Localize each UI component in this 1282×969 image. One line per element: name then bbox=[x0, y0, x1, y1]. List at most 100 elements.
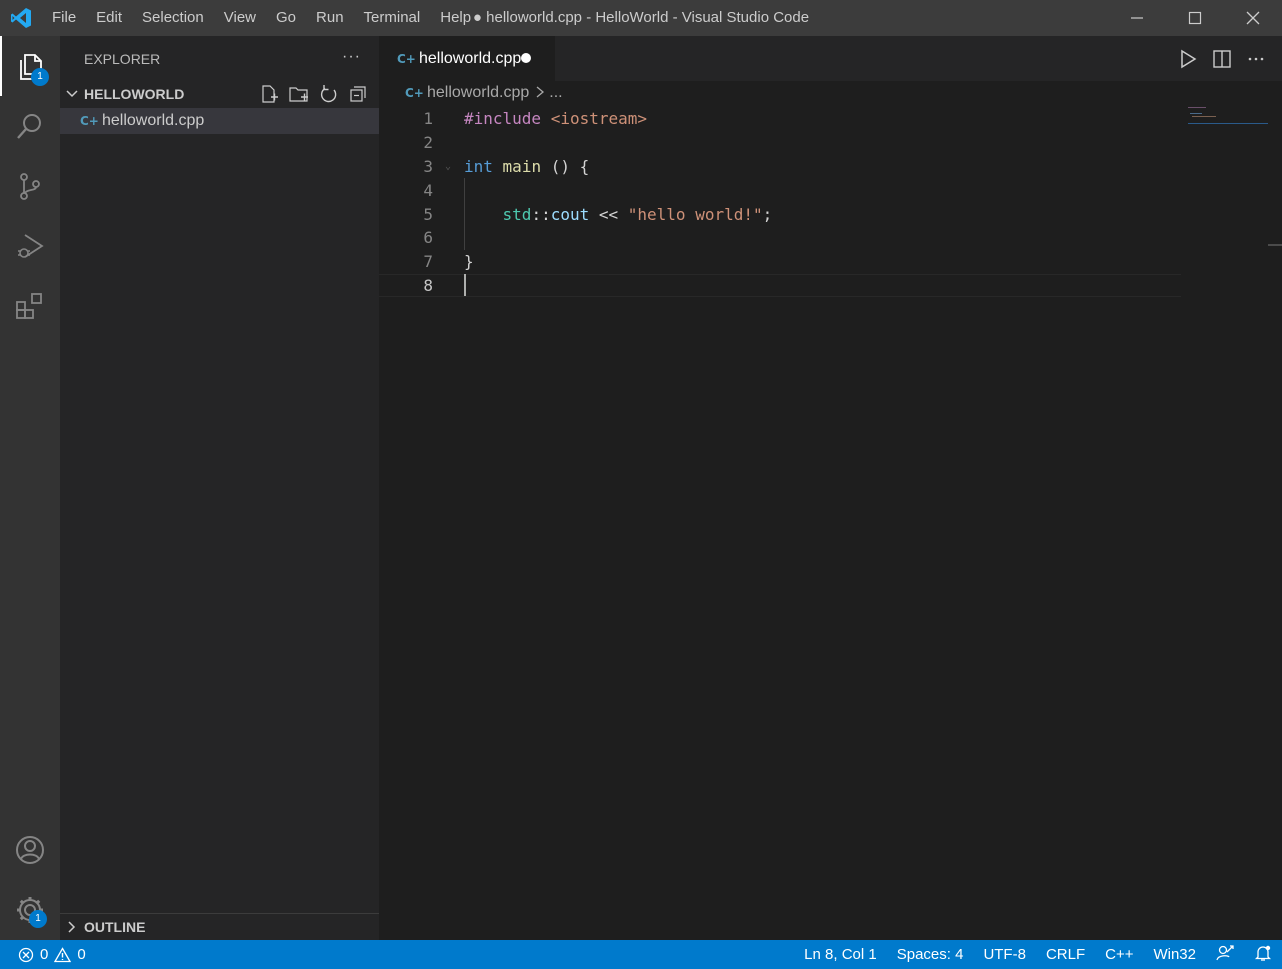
tab-helloworld[interactable]: C+ helloworld.cpp bbox=[379, 36, 555, 81]
tab-bar: C+ helloworld.cpp bbox=[379, 36, 1282, 81]
code-line-2: 2 bbox=[379, 131, 1181, 155]
file-name: helloworld.cpp bbox=[102, 112, 205, 129]
search-icon bbox=[17, 114, 41, 139]
notifications-icon[interactable] bbox=[1254, 944, 1272, 966]
problems-indicator[interactable]: 0 0 bbox=[0, 946, 86, 963]
indent-guide bbox=[464, 178, 465, 250]
folder-section-header[interactable]: HELLOWORLD bbox=[60, 82, 379, 106]
explorer-sidebar: EXPLORER ··· HELLOWORLD C+ helloworld.cp… bbox=[60, 36, 379, 940]
account-icon bbox=[16, 836, 44, 864]
sidebar-title: EXPLORER bbox=[84, 51, 161, 67]
encoding[interactable]: UTF-8 bbox=[983, 946, 1026, 963]
breadcrumb-file[interactable]: helloworld.cpp bbox=[427, 84, 529, 102]
minimap[interactable] bbox=[1188, 107, 1268, 127]
breadcrumb-rest[interactable]: ... bbox=[549, 84, 562, 102]
menu-bar: File Edit Selection View Go Run Terminal… bbox=[42, 0, 481, 36]
new-file-icon[interactable] bbox=[257, 82, 281, 106]
code-line-3: 3 ⌄ int main () { bbox=[379, 155, 1181, 179]
minimize-button[interactable] bbox=[1108, 0, 1166, 36]
cpp-file-icon: C+ bbox=[405, 86, 424, 100]
warning-count: 0 bbox=[77, 946, 86, 963]
run-debug-icon bbox=[18, 234, 44, 258]
more-actions-icon[interactable] bbox=[1244, 47, 1268, 71]
search-activity[interactable] bbox=[0, 96, 60, 156]
chevron-right-icon bbox=[535, 85, 545, 101]
line-text: } bbox=[464, 252, 474, 272]
more-actions-icon[interactable]: ··· bbox=[342, 48, 361, 66]
activity-bar: 1 1 bbox=[0, 36, 60, 940]
language-mode[interactable]: C++ bbox=[1105, 946, 1133, 963]
error-count: 0 bbox=[40, 946, 49, 963]
menu-help[interactable]: Help bbox=[430, 0, 481, 36]
close-button[interactable] bbox=[1224, 0, 1282, 36]
vscode-logo-icon[interactable] bbox=[0, 0, 42, 36]
refresh-icon[interactable] bbox=[317, 82, 341, 106]
code-line-4: 4 bbox=[379, 178, 1181, 202]
unsaved-dot-icon[interactable] bbox=[521, 53, 531, 63]
menu-run[interactable]: Run bbox=[306, 0, 354, 36]
menu-file[interactable]: File bbox=[42, 0, 86, 36]
line-number: 8 bbox=[423, 275, 433, 295]
source-control-activity[interactable] bbox=[0, 156, 60, 216]
line-text: #include <iostream> bbox=[464, 109, 648, 129]
menu-edit[interactable]: Edit bbox=[86, 0, 132, 36]
file-item-helloworld[interactable]: C+ helloworld.cpp bbox=[60, 108, 379, 134]
cpp-file-icon: C+ bbox=[80, 114, 99, 128]
code-line-8: 8 bbox=[379, 273, 1181, 298]
maximize-button[interactable] bbox=[1166, 0, 1224, 36]
title-bar: File Edit Selection View Go Run Terminal… bbox=[0, 0, 1282, 36]
code-line-5: 5 std::cout << "hello world!"; bbox=[379, 202, 1181, 226]
code-editor[interactable]: 1 #include <iostream> 2 3 ⌄ int main () … bbox=[379, 107, 1181, 927]
code-line-7: 7 } bbox=[379, 250, 1181, 274]
menu-go[interactable]: Go bbox=[266, 0, 306, 36]
line-number: 7 bbox=[423, 252, 433, 272]
source-control-icon bbox=[20, 173, 40, 200]
run-code-icon[interactable] bbox=[1176, 47, 1200, 71]
menu-view[interactable]: View bbox=[214, 0, 266, 36]
indentation[interactable]: Spaces: 4 bbox=[897, 946, 964, 963]
extensions-icon bbox=[16, 293, 42, 319]
status-right: Ln 8, Col 1 Spaces: 4 UTF-8 CRLF C++ Win… bbox=[804, 940, 1272, 969]
text-cursor bbox=[464, 274, 466, 297]
vertical-scrollbar[interactable] bbox=[1268, 107, 1282, 937]
fold-icon[interactable]: ⌄ bbox=[445, 161, 451, 172]
line-number: 6 bbox=[423, 228, 433, 248]
accounts-activity[interactable] bbox=[0, 820, 60, 880]
window-controls bbox=[1108, 0, 1282, 36]
outline-section-header[interactable]: OUTLINE bbox=[60, 913, 379, 940]
status-bar: 0 0 Ln 8, Col 1 Spaces: 4 UTF-8 CRLF C++… bbox=[0, 940, 1282, 969]
explorer-activity[interactable]: 1 bbox=[0, 36, 60, 96]
line-ending[interactable]: CRLF bbox=[1046, 946, 1085, 963]
split-editor-icon[interactable] bbox=[1210, 47, 1234, 71]
outline-label: OUTLINE bbox=[84, 919, 146, 935]
feedback-icon[interactable] bbox=[1216, 944, 1234, 966]
menu-terminal[interactable]: Terminal bbox=[354, 0, 431, 36]
line-number: 5 bbox=[423, 204, 433, 224]
menu-selection[interactable]: Selection bbox=[132, 0, 214, 36]
tab-label: helloworld.cpp bbox=[419, 49, 522, 67]
sidebar-header: EXPLORER ··· bbox=[60, 36, 379, 82]
scroll-thumb[interactable] bbox=[1268, 244, 1282, 246]
run-debug-activity[interactable] bbox=[0, 216, 60, 276]
cursor-position[interactable]: Ln 8, Col 1 bbox=[804, 946, 877, 963]
explorer-badge: 1 bbox=[31, 68, 49, 86]
line-number: 4 bbox=[423, 180, 433, 200]
collapse-all-icon[interactable] bbox=[347, 82, 371, 106]
line-number: 2 bbox=[423, 133, 433, 153]
folder-name: HELLOWORLD bbox=[84, 86, 185, 102]
new-folder-icon[interactable] bbox=[287, 82, 311, 106]
warning-icon bbox=[54, 946, 72, 962]
chevron-right-icon bbox=[60, 920, 84, 934]
code-line-1: 1 #include <iostream> bbox=[379, 107, 1181, 131]
cpp-file-icon: C+ bbox=[397, 51, 416, 66]
platform-config[interactable]: Win32 bbox=[1153, 946, 1196, 963]
extensions-activity[interactable] bbox=[0, 276, 60, 336]
editor-group: C+ helloworld.cpp C+ helloworld.cpp ... … bbox=[379, 36, 1282, 940]
error-icon bbox=[18, 947, 34, 962]
line-text: int main () { bbox=[464, 156, 590, 176]
manage-badge: 1 bbox=[29, 910, 47, 928]
code-line-6: 6 bbox=[379, 226, 1181, 250]
breadcrumb: C+ helloworld.cpp ... bbox=[379, 81, 1282, 105]
line-number: 1 bbox=[423, 109, 433, 129]
manage-activity[interactable]: 1 bbox=[0, 880, 60, 940]
